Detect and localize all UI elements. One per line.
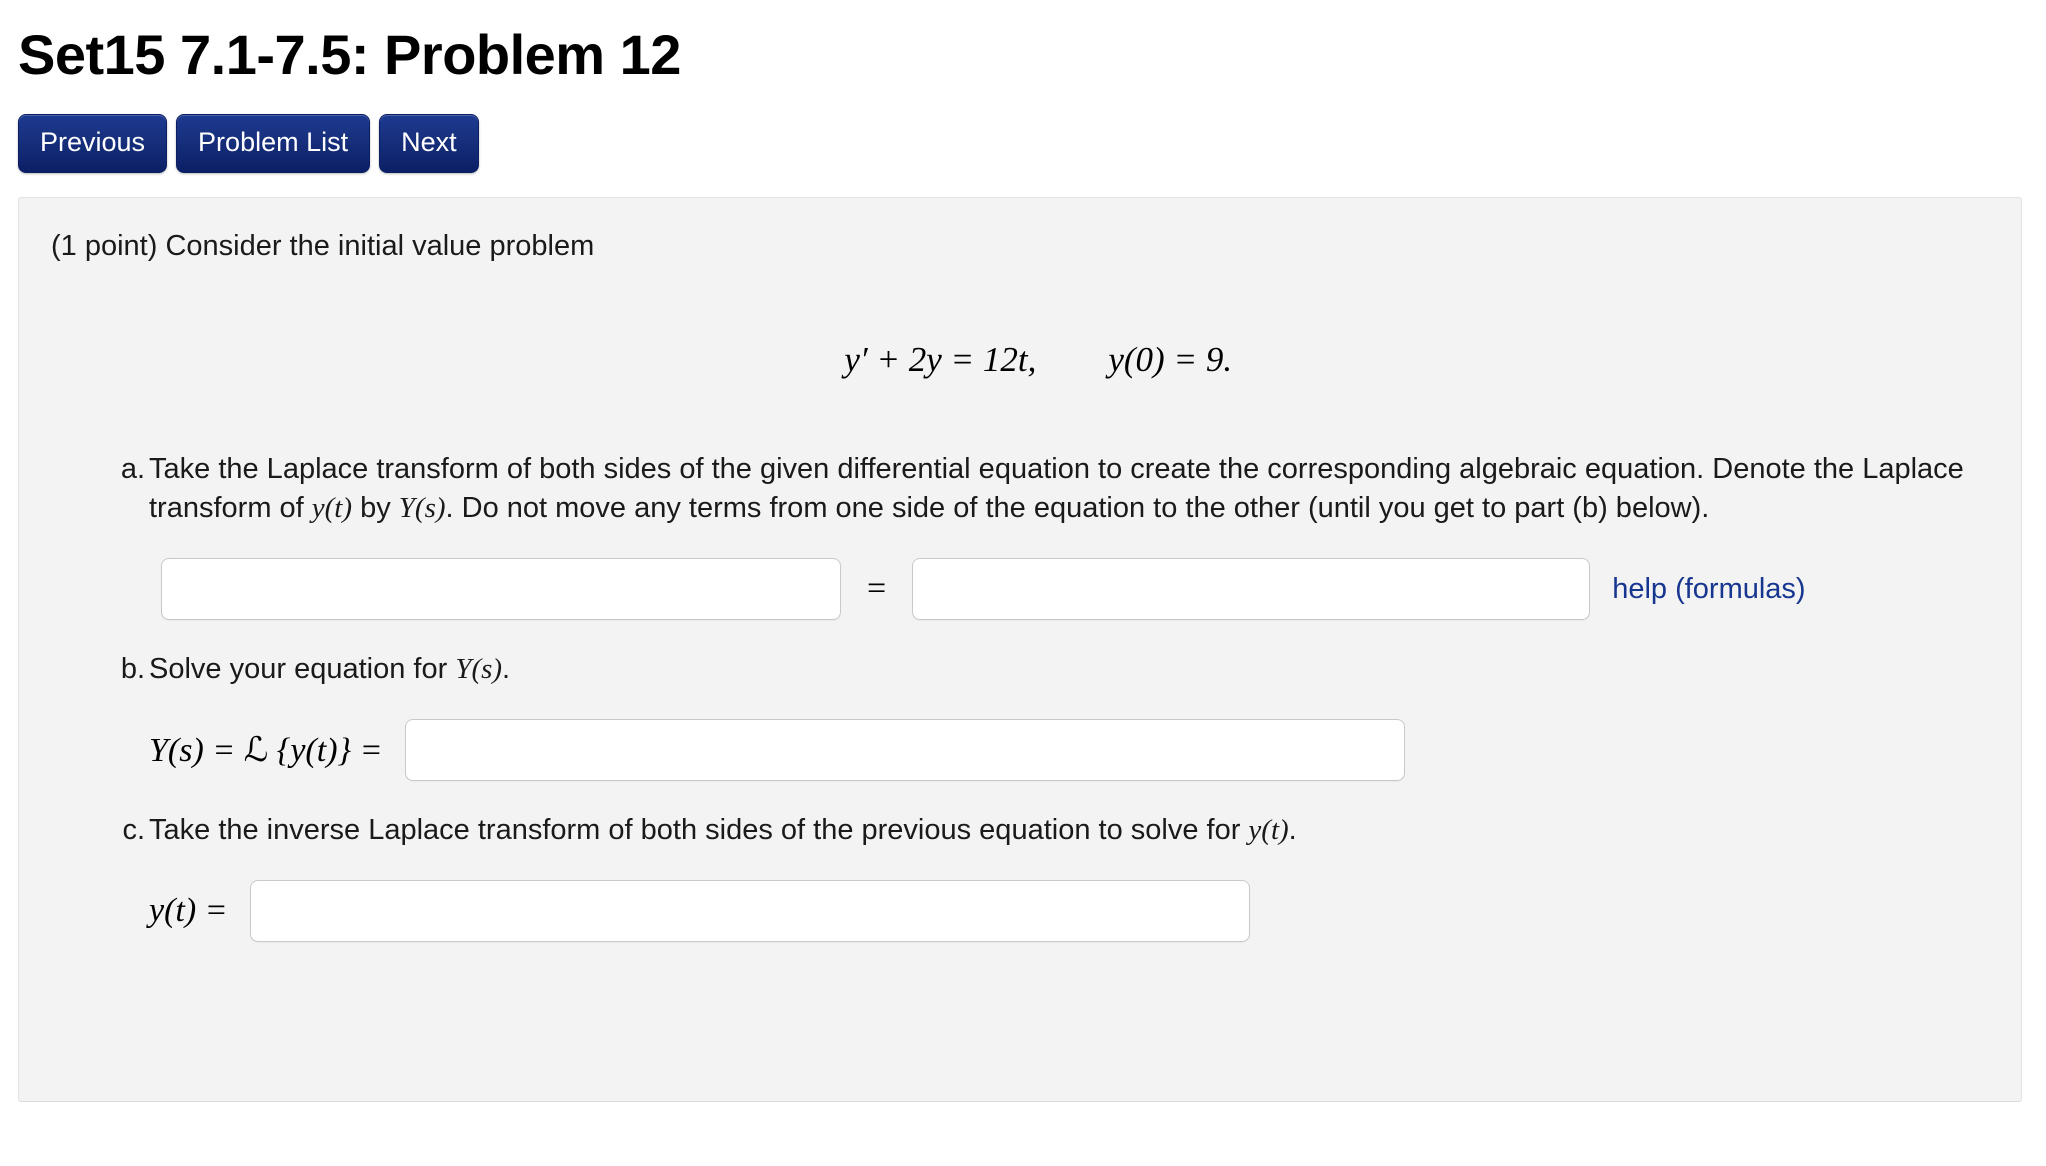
part-a-math-ys: Y(s)	[398, 492, 446, 525]
initial-condition: y(0) = 9.	[1108, 340, 1233, 380]
part-b-answer-row: Y(s) = ℒ {y(t)} =	[37, 718, 1987, 781]
part-b-answer-label: Y(s) = ℒ {y(t)} =	[149, 730, 383, 770]
problem-intro-text: (1 point) Consider the initial value pro…	[51, 230, 595, 263]
part-b-text-segment-1: Solve your equation for	[149, 653, 456, 686]
navigation-bar: Previous Problem List Next	[18, 114, 2046, 174]
part-b-text-segment-2: .	[502, 653, 511, 686]
part-a-left-answer-input[interactable]	[161, 558, 841, 621]
part-c-marker: c.	[122, 813, 145, 846]
part-a-text-segment-3: . Do not move any terms from one side of…	[445, 492, 1710, 525]
part-a-answer-row: = help (formulas)	[37, 558, 1987, 621]
part-a-text-segment-2: by	[352, 492, 399, 525]
part-b-text: Solve your equation for Y(s).	[149, 650, 1987, 689]
part-a-equals-sign: =	[867, 570, 887, 608]
part-c-text-segment-1: Take the inverse Laplace transform of bo…	[149, 813, 1249, 846]
next-button[interactable]: Next	[379, 114, 479, 174]
problem-page: Set15 7.1-7.5: Problem 12 Previous Probl…	[0, 22, 2046, 1103]
problem-list-button[interactable]: Problem List	[176, 114, 371, 174]
problem-part-a: a. Take the Laplace transform of both si…	[37, 450, 1987, 528]
part-c-answer-row: y(t) =	[37, 879, 1987, 942]
part-c-text: Take the inverse Laplace transform of bo…	[149, 811, 1987, 850]
part-b-marker: b.	[120, 653, 145, 686]
page-title: Set15 7.1-7.5: Problem 12	[18, 23, 681, 86]
initial-value-problem-equation: y′ + 2y = 12t, y(0) = 9.	[37, 300, 1987, 420]
part-a-math-yt: y(t)	[311, 492, 353, 525]
problem-part-b: b. Solve your equation for Y(s).	[37, 650, 1987, 689]
problem-body-panel: (1 point) Consider the initial value pro…	[18, 197, 2022, 1103]
help-formulas-link[interactable]: help (formulas)	[1612, 573, 1805, 606]
part-c-answer-input[interactable]	[249, 879, 1250, 942]
part-b-math-ys: Y(s)	[455, 653, 503, 686]
differential-equation: y′ + 2y = 12t,	[844, 340, 1037, 380]
previous-button[interactable]: Previous	[18, 114, 168, 174]
part-a-text: Take the Laplace transform of both sides…	[149, 450, 1987, 528]
part-b-label-rest: {y(t)} =	[268, 731, 383, 769]
part-c-answer-label: y(t) =	[149, 891, 228, 929]
problem-part-c: c. Take the inverse Laplace transform of…	[37, 811, 1987, 850]
part-c-math-yt: y(t)	[1248, 813, 1289, 846]
part-c-text-segment-2: .	[1288, 813, 1297, 846]
part-a-right-answer-input[interactable]	[912, 558, 1591, 621]
laplace-operator-symbol: ℒ	[243, 729, 269, 770]
problem-parts-list: a. Take the Laplace transform of both si…	[37, 450, 1987, 942]
part-b-answer-input[interactable]	[404, 718, 1405, 781]
part-a-marker: a.	[120, 453, 145, 486]
part-b-label-ys: Y(s) =	[149, 731, 244, 769]
